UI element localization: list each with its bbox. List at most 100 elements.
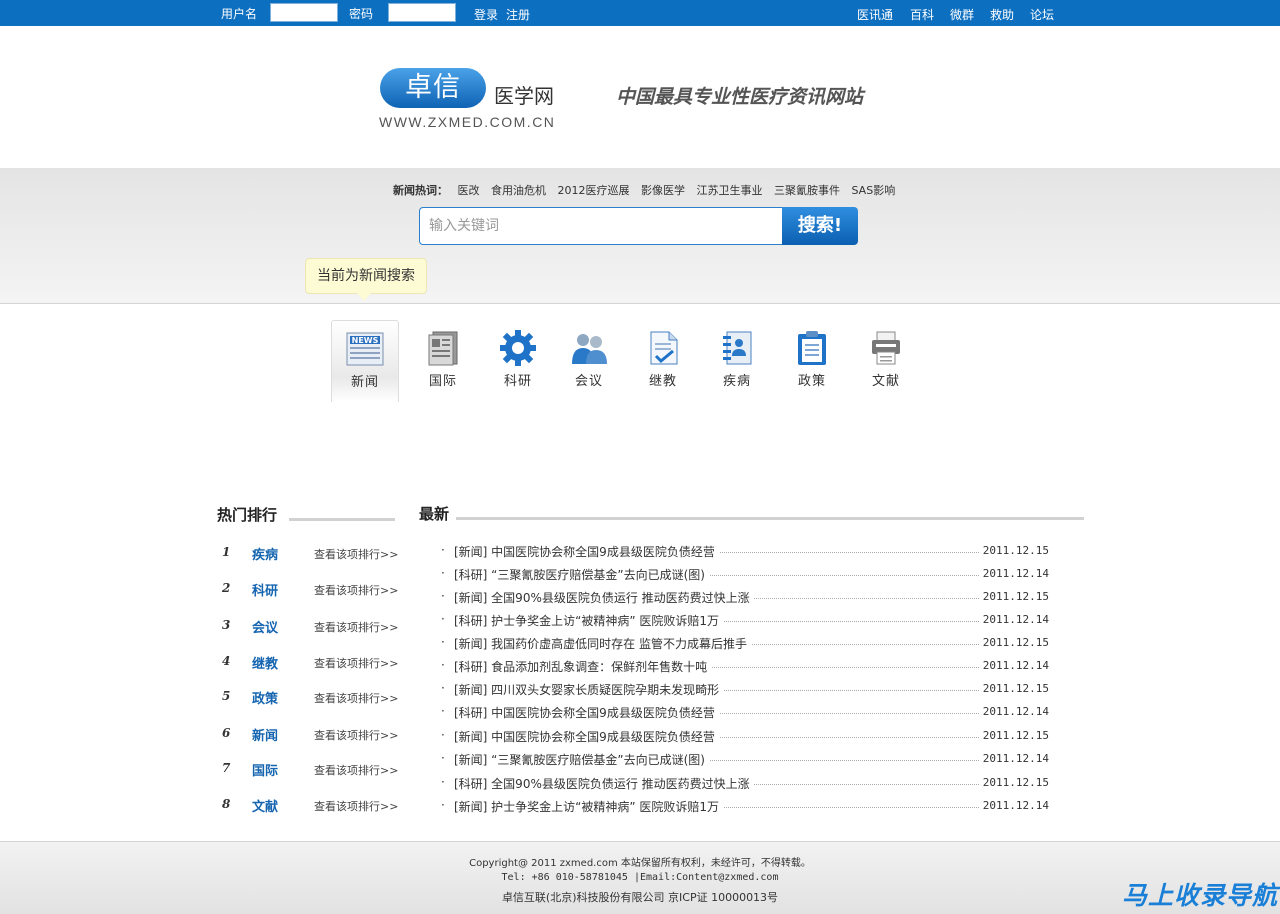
rank-view-link[interactable]: 查看该项排行>>: [314, 546, 398, 562]
search-button[interactable]: 搜索!: [782, 207, 858, 245]
search-input[interactable]: 输入关键词: [419, 207, 783, 245]
ranking-item: 2 科研 查看该项排行>>: [222, 579, 402, 599]
hot-word[interactable]: SAS影响: [852, 184, 896, 197]
rank-view-link[interactable]: 查看该项排行>>: [314, 619, 398, 635]
news-title-link[interactable]: [新闻] 护士争奖金上访“被精神病” 医院败诉赔1万: [454, 798, 724, 815]
top-link-baike[interactable]: 百科: [910, 6, 934, 23]
news-title-link[interactable]: [科研] 中国医院协会称全国9成县级医院负债经营: [454, 704, 719, 721]
logo[interactable]: 卓信: [380, 68, 486, 108]
top-bar: 用户名 密码 登录 注册 医讯通 百科 微群 救助 论坛: [0, 0, 1280, 26]
news-title-link[interactable]: [新闻] 中国医院协会称全国9成县级医院负债经营: [454, 728, 719, 745]
category-label: 国际: [428, 374, 457, 389]
bullet: ·: [441, 543, 445, 557]
category-policy[interactable]: 政策: [778, 320, 846, 402]
top-link-yixuntong[interactable]: 医讯通: [857, 6, 893, 23]
category-international[interactable]: 国际: [409, 320, 477, 402]
news-title-link[interactable]: [科研] “三聚氰胺医疗赔偿基金”去向已成谜(图): [454, 566, 709, 583]
document-check-icon: [650, 331, 678, 365]
category-label: 继教: [648, 374, 677, 389]
tooltip-arrow: [357, 293, 371, 301]
rank-view-link[interactable]: 查看该项排行>>: [314, 690, 398, 706]
category-news[interactable]: NEWS 新闻: [331, 320, 399, 402]
rank-view-link[interactable]: 查看该项排行>>: [314, 762, 398, 778]
hot-word[interactable]: 江苏卫生事业: [697, 184, 763, 197]
category-research[interactable]: 科研: [484, 320, 552, 402]
news-title-link[interactable]: [科研] 护士争奖金上访“被精神病” 医院败诉赔1万: [454, 612, 724, 629]
rank-view-link[interactable]: 查看该项排行>>: [314, 727, 398, 743]
top-link-luntan[interactable]: 论坛: [1030, 6, 1054, 23]
ranking-item: 7 国际 查看该项排行>>: [222, 759, 402, 779]
rank-category-link[interactable]: 继教: [252, 653, 278, 672]
site-footer: Copyright@ 2011 zxmed.com 本站保留所有权利，未经许可，…: [0, 841, 1280, 914]
news-title-link[interactable]: [新闻] 全国90%县级医院负债运行 推动医药费过快上涨: [454, 589, 754, 606]
news-item: · [新闻] 中国医院协会称全国9成县级医院负债经营 2011.12.15: [441, 728, 1051, 746]
news-item: · [科研] “三聚氰胺医疗赔偿基金”去向已成谜(图) 2011.12.14: [441, 566, 1051, 584]
rank-number: 8: [222, 797, 231, 811]
rank-number: 2: [222, 581, 231, 595]
svg-text:NEWS: NEWS: [352, 336, 379, 345]
rank-category-link[interactable]: 政策: [252, 688, 278, 707]
ranking-item: 3 会议 查看该项排行>>: [222, 616, 402, 636]
news-title-link[interactable]: [新闻] 我国药价虚高虚低同时存在 监管不力成幕后推手: [454, 635, 751, 652]
rank-category-link[interactable]: 科研: [252, 580, 278, 599]
hot-words-title: 新闻热词：: [393, 184, 448, 197]
news-item: · [新闻] 护士争奖金上访“被精神病” 医院败诉赔1万 2011.12.14: [441, 798, 1051, 816]
rank-view-link[interactable]: 查看该项排行>>: [314, 798, 398, 814]
bullet: ·: [441, 658, 445, 672]
news-title-link[interactable]: [科研] 食品添加剂乱象调查：保鲜剂年售数十吨: [454, 658, 712, 675]
hot-word[interactable]: 医改: [458, 184, 480, 197]
rank-number: 3: [222, 618, 231, 632]
news-title-link[interactable]: [科研] 全国90%县级医院负债运行 推动医药费过快上涨: [454, 775, 754, 792]
news-title-link[interactable]: [新闻] 四川双头女婴家长质疑医院孕期未发现畸形: [454, 681, 724, 698]
ranking-title-divider: [289, 518, 395, 521]
ranking-item: 5 政策 查看该项排行>>: [222, 687, 402, 707]
hot-word[interactable]: 三聚氰胺事件: [774, 184, 840, 197]
bullet: ·: [441, 635, 445, 649]
rank-view-link[interactable]: 查看该项排行>>: [314, 582, 398, 598]
category-meeting[interactable]: 会议: [555, 320, 623, 402]
news-item: · [科研] 中国医院协会称全国9成县级医院负债经营 2011.12.14: [441, 704, 1051, 722]
category-label: 文献: [871, 374, 900, 389]
bullet: ·: [441, 704, 445, 718]
news-title-link[interactable]: [新闻] 中国医院协会称全国9成县级医院负债经营: [454, 543, 719, 560]
site-slogan: 中国最具专业性医疗资讯网站: [616, 86, 864, 108]
username-input[interactable]: [270, 3, 338, 22]
bullet: ·: [441, 728, 445, 742]
hot-word[interactable]: 食用油危机: [491, 184, 546, 197]
latest-title: 最新: [419, 505, 450, 523]
rank-category-link[interactable]: 文献: [252, 796, 278, 815]
hot-word[interactable]: 影像医学: [641, 184, 685, 197]
rank-number: 6: [222, 726, 231, 740]
hot-word[interactable]: 2012医疗巡展: [558, 184, 630, 197]
register-link[interactable]: 注册: [506, 6, 530, 23]
category-disease[interactable]: 疾病: [703, 320, 771, 402]
rank-number: 5: [222, 689, 231, 703]
logo-subtitle: 医学网: [494, 84, 554, 108]
ranking-title: 热门排行: [217, 506, 278, 524]
category-literature[interactable]: 文献: [852, 320, 920, 402]
news-title-link[interactable]: [新闻] “三聚氰胺医疗赔偿基金”去向已成谜(图): [454, 751, 709, 768]
rank-category-link[interactable]: 会议: [252, 617, 278, 636]
bullet: ·: [441, 681, 445, 695]
rank-category-link[interactable]: 国际: [252, 760, 278, 779]
password-input[interactable]: [388, 3, 456, 22]
top-link-jiuzhu[interactable]: 救助: [990, 6, 1014, 23]
bullet: ·: [441, 798, 445, 812]
top-link-weiqun[interactable]: 微群: [950, 6, 974, 23]
copyright-text: Copyright@ 2011 zxmed.com 本站保留所有权利，未经许可，…: [469, 858, 811, 869]
category-label: 新闻: [350, 375, 379, 390]
news-date: 2011.12.14: [982, 613, 1049, 626]
rank-view-link[interactable]: 查看该项排行>>: [314, 655, 398, 671]
news-date: 2011.12.15: [982, 544, 1049, 557]
news-item: · [新闻] 中国医院协会称全国9成县级医院负债经营 2011.12.15: [441, 543, 1051, 561]
bullet: ·: [441, 775, 445, 789]
rank-category-link[interactable]: 新闻: [252, 725, 278, 744]
category-education[interactable]: 继教: [629, 320, 697, 402]
username-label: 用户名: [221, 7, 258, 21]
bullet: ·: [441, 589, 445, 603]
rank-category-link[interactable]: 疾病: [252, 544, 278, 563]
login-link[interactable]: 登录: [474, 6, 498, 23]
news-date: 2011.12.14: [982, 567, 1049, 580]
site-header: 卓信 医学网 WWW.ZXMED.COM.CN 中国最具专业性医疗资讯网站: [0, 26, 1280, 168]
company-icp-text: 卓信互联(北京)科技股份有限公司 京ICP证 10000013号: [501, 891, 779, 904]
